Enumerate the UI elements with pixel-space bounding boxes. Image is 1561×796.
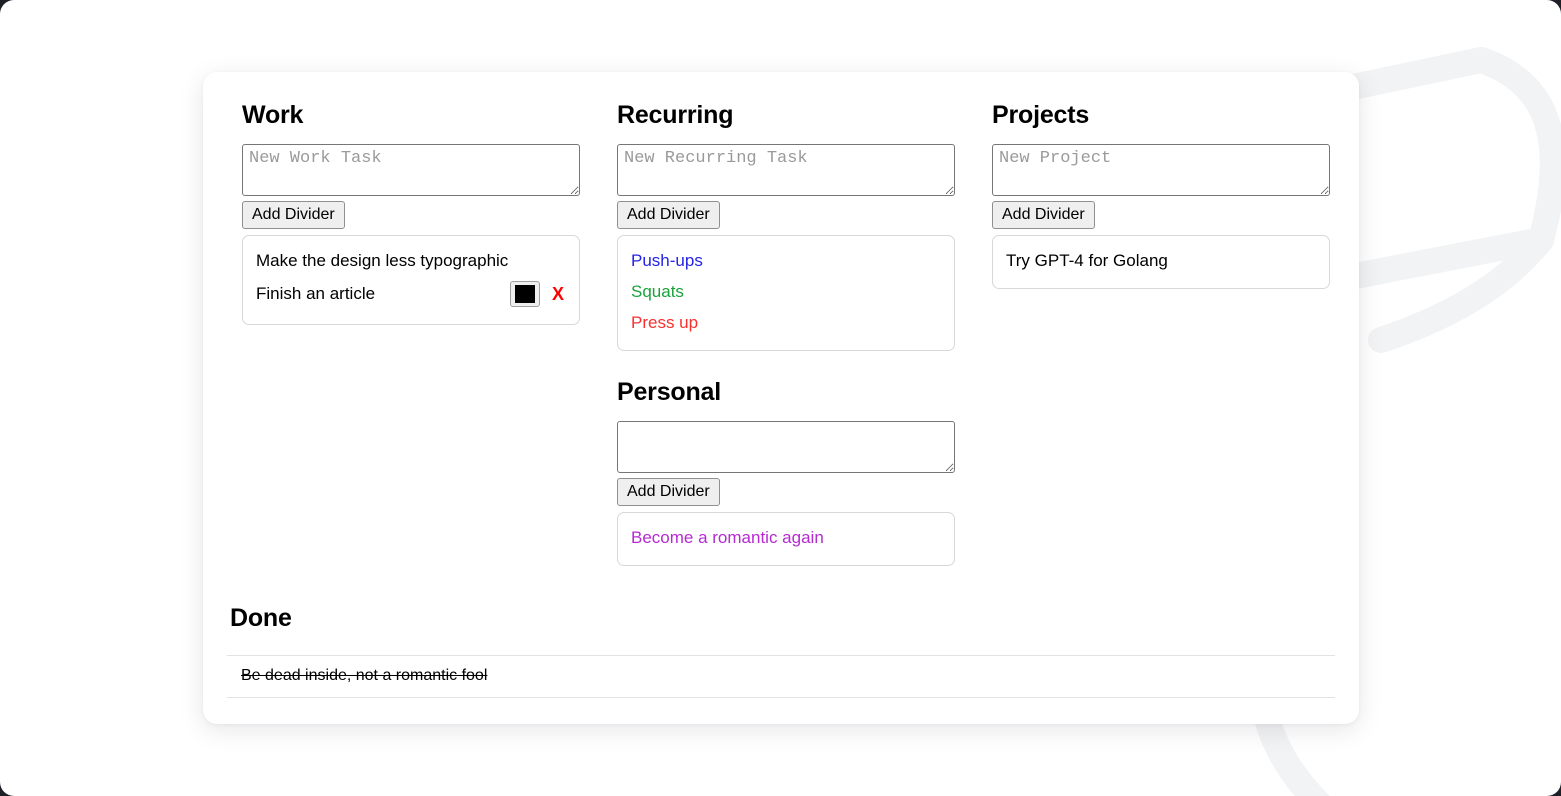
add-divider-button-recurring[interactable]: Add Divider <box>617 200 720 229</box>
task-label: Make the design less typographic <box>256 250 509 270</box>
todo-board-card: Work Add Divider Make the design less ty… <box>203 72 1359 724</box>
add-divider-button-work[interactable]: Add Divider <box>242 200 345 229</box>
task-label: Squats <box>631 281 684 301</box>
add-divider-button-projects[interactable]: Add Divider <box>992 200 1095 229</box>
new-recurring-task-input[interactable] <box>617 143 955 196</box>
board-columns: Work Add Divider Make the design less ty… <box>227 90 1335 567</box>
section-personal: Personal Add Divider Become a romantic a… <box>617 378 992 567</box>
task-row[interactable]: Push-ups <box>631 245 941 276</box>
app-page: Work Add Divider Make the design less ty… <box>0 0 1561 796</box>
done-divider-bottom <box>227 697 1335 698</box>
column-title-recurring: Recurring <box>617 101 734 129</box>
done-item[interactable]: Be dead inside, not a romantic fool <box>227 656 1335 697</box>
new-work-task-input[interactable] <box>242 143 580 196</box>
section-done: Done Be dead inside, not a romantic fool <box>227 604 1335 698</box>
task-list-recurring: Push-ups Squats Press up <box>617 234 955 352</box>
task-controls: X <box>509 280 566 307</box>
task-row[interactable]: Become a romantic again <box>631 522 941 553</box>
add-divider-button-personal[interactable]: Add Divider <box>617 477 720 507</box>
task-label: Push-ups <box>631 250 703 270</box>
column-title-projects: Projects <box>992 101 1090 129</box>
task-label: Finish an article <box>256 284 376 304</box>
task-label: Become a romantic again <box>631 528 824 548</box>
task-color-picker[interactable] <box>509 280 540 307</box>
new-personal-task-input[interactable] <box>617 420 955 473</box>
task-row[interactable]: Squats <box>631 276 941 307</box>
task-list-personal: Become a romantic again <box>617 512 955 567</box>
column-projects: Projects Add Divider Try GPT-4 for Golan… <box>992 90 1367 566</box>
column-title-personal: Personal <box>617 378 722 407</box>
task-row[interactable]: Press up <box>631 307 941 338</box>
task-list-work: Make the design less typographic Finish … <box>242 234 580 325</box>
task-label: Press up <box>631 313 699 333</box>
column-work: Work Add Divider Make the design less ty… <box>242 90 617 566</box>
delete-task-button[interactable]: X <box>552 285 566 303</box>
task-row[interactable]: Finish an article X <box>256 276 566 312</box>
column-recurring: Recurring Add Divider Push-ups Squats Pr… <box>617 90 992 567</box>
done-title: Done <box>230 604 292 632</box>
task-row[interactable]: Try GPT-4 for Golang <box>1006 245 1316 276</box>
task-label: Try GPT-4 for Golang <box>1006 250 1168 270</box>
task-list-projects: Try GPT-4 for Golang <box>992 234 1330 289</box>
task-row[interactable]: Make the design less typographic <box>256 245 566 276</box>
new-project-input[interactable] <box>992 143 1330 196</box>
column-title-work: Work <box>242 101 304 129</box>
